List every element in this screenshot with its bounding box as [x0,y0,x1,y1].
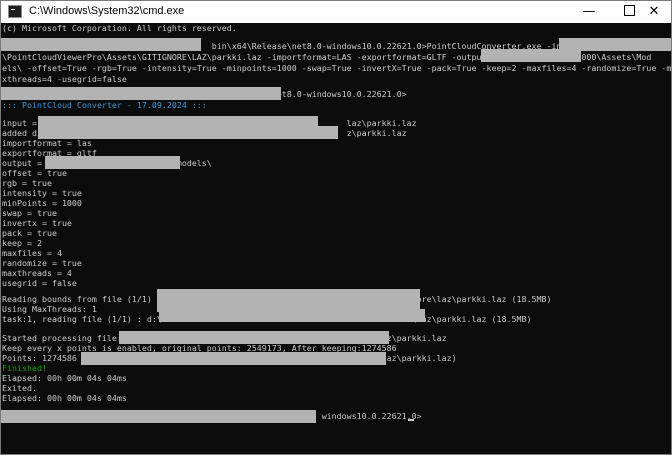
cmd-window: C:\Windows\System32\cmd.exe — ✕ (c) Micr… [0,0,672,455]
minimize-button[interactable]: — [569,1,609,23]
title-bar[interactable]: C:\Windows\System32\cmd.exe — ✕ [1,1,671,24]
console-line: usegrid = false [2,278,77,288]
converter-banner: ::: PointCloud Converter - 17.09.2024 ::… [2,100,207,110]
redaction-block [38,126,338,139]
redaction-block [1,410,316,423]
maximize-icon [623,5,635,16]
console-line: xthreads=4 -usegrid=false [2,74,127,84]
console-output[interactable]: (c) Microsoft Corporation. All rights re… [1,23,671,454]
redaction-block [81,352,386,365]
redaction-block [1,87,281,100]
redaction-block [119,331,389,344]
cmd-icon [8,5,22,18]
console-line: els\ -offset=True -rgb=True -intensity=T… [2,63,671,73]
redaction-block [159,309,425,322]
window-title: C:\Windows\System32\cmd.exe [29,5,185,17]
console-line: (c) Microsoft Corporation. All rights re… [2,23,237,33]
redaction-block [45,156,180,169]
redaction-block [1,38,201,51]
console-line: Elapsed: 00h 00m 04s 04ms [2,393,127,403]
text-cursor [408,419,414,421]
close-button[interactable]: ✕ [637,1,671,23]
redaction-block [481,49,581,62]
